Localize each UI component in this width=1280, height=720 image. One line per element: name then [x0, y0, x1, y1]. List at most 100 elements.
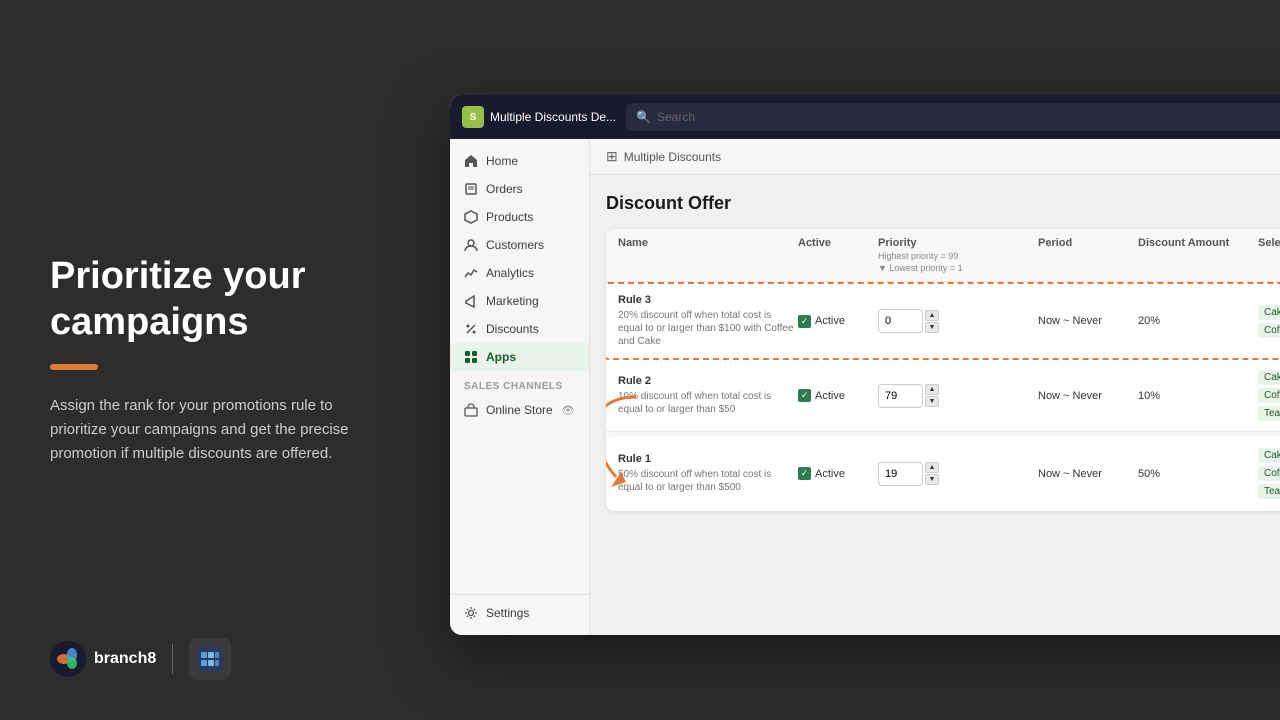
- col-discount: Discount Amount: [1138, 237, 1258, 249]
- rule3-stepper-down[interactable]: ▼: [925, 322, 939, 333]
- sidebar-item-orders[interactable]: Orders: [450, 175, 589, 203]
- topbar: S Multiple Discounts De... 🔍 Search MA M…: [450, 95, 1280, 139]
- rule3-checkbox[interactable]: [798, 315, 811, 328]
- rule3-name: Rule 3: [618, 294, 798, 306]
- sidebar-item-label: Discounts: [486, 322, 539, 336]
- search-bar[interactable]: 🔍 Search: [626, 103, 1280, 131]
- rule1-name-cell: Rule 1 50% discount off when total cost …: [618, 453, 798, 494]
- analytics-icon: [464, 266, 478, 280]
- sidebar-item-label: Marketing: [486, 294, 539, 308]
- rule1-checkbox[interactable]: [798, 467, 811, 480]
- rule2-name-cell: Rule 2 10% discount off when total cost …: [618, 375, 798, 416]
- sidebar-item-products[interactable]: Products: [450, 203, 589, 231]
- rule3-name-cell: Rule 3 20% discount off when total cost …: [618, 294, 798, 348]
- content-area: Discount Offer Create Discount ◀ ▶ Na: [590, 175, 1280, 635]
- discount-table: Name Active Priority Highest priority = …: [606, 229, 1280, 511]
- sidebar-item-discounts[interactable]: Discounts: [450, 315, 589, 343]
- product-tag: Tea – Default Title: [1258, 484, 1280, 499]
- rule2-stepper: ▲ ▼: [925, 384, 939, 407]
- rule3-priority-input[interactable]: [878, 309, 923, 333]
- store-name-left: Multiple Discounts De...: [490, 110, 616, 124]
- product-tag: Cake – Default Title: [1258, 448, 1280, 463]
- app-icon: [189, 638, 231, 680]
- logo-divider: [172, 644, 173, 674]
- table-row-rule3: Rule 3 20% discount off when total cost …: [606, 282, 1280, 360]
- rule2-products: Cake – Default Title Coffee – Default Ti…: [1258, 370, 1280, 421]
- rule3-stepper-up[interactable]: ▲: [925, 310, 939, 321]
- home-icon: [464, 154, 478, 168]
- search-icon: 🔍: [636, 110, 651, 124]
- sidebar-item-label: Products: [486, 210, 533, 224]
- main-content: ⊞ Multiple Discounts by Branch8 Discount…: [590, 139, 1280, 635]
- col-priority: Priority Highest priority = 99 ▼ Lowest …: [878, 237, 1038, 273]
- sidebar-item-label: Settings: [486, 606, 529, 620]
- sidebar-item-label: Home: [486, 154, 518, 168]
- settings-icon: [464, 606, 478, 620]
- discount-offer-header: Discount Offer Create Discount ◀ ▶: [606, 189, 1280, 217]
- product-tag: Coffee – Default Title: [1258, 388, 1280, 403]
- product-tag: Cake – Default Title: [1258, 305, 1280, 320]
- table-row-rule1: Rule 1 50% discount off when total cost …: [606, 436, 1280, 511]
- apps-icon: [464, 350, 478, 364]
- logos-bar: Home branch8: [50, 638, 231, 680]
- col-name: Name: [618, 237, 798, 249]
- col-period: Period: [1038, 237, 1138, 249]
- product-tag: Coffee – Default Title: [1258, 466, 1280, 481]
- topbar-logo: S Multiple Discounts De...: [462, 106, 616, 128]
- sidebar-item-home[interactable]: Home: [450, 147, 589, 175]
- sidebar: Home Orders Products Customers Analytics: [450, 139, 590, 635]
- store-icon: [464, 403, 478, 417]
- rule1-desc: 50% discount off when total cost is equa…: [618, 468, 798, 494]
- sidebar-item-label: Apps: [486, 350, 516, 364]
- sidebar-item-label: Analytics: [486, 266, 534, 280]
- rule1-active: Active: [798, 467, 878, 480]
- sidebar-footer: Settings: [450, 594, 589, 627]
- table-row-rule2: Rule 2 10% discount off when total cost …: [606, 360, 1280, 432]
- col-active: Active: [798, 237, 878, 249]
- sidebar-item-label: Online Store: [486, 403, 553, 417]
- sales-channels-label: SALES CHANNELS: [450, 371, 589, 396]
- sidebar-item-marketing[interactable]: Marketing: [450, 287, 589, 315]
- rule2-period: Now ~ Never: [1038, 390, 1138, 402]
- product-tag: Cake – Default Title: [1258, 370, 1280, 385]
- rule2-desc: 10% discount off when total cost is equa…: [618, 390, 798, 416]
- products-icon: [464, 210, 478, 224]
- rule1-priority: ▲ ▼: [878, 462, 1038, 486]
- rule2-stepper-up[interactable]: ▲: [925, 384, 939, 395]
- rule2-stepper-down[interactable]: ▼: [925, 396, 939, 407]
- rule1-name: Rule 1: [618, 453, 798, 465]
- left-panel: Prioritize your campaigns Assign the ran…: [0, 0, 450, 720]
- shopify-icon: S: [462, 106, 484, 128]
- sidebar-item-apps[interactable]: Apps: [450, 343, 589, 371]
- sidebar-item-label: Orders: [486, 182, 523, 196]
- window-body: Home Orders Products Customers Analytics: [450, 139, 1280, 635]
- breadcrumb-label: Multiple Discounts: [624, 150, 721, 164]
- rule1-stepper-down[interactable]: ▼: [925, 474, 939, 485]
- rule2-name: Rule 2: [618, 375, 798, 387]
- sidebar-item-settings[interactable]: Settings: [450, 599, 589, 627]
- rule1-priority-input[interactable]: [878, 462, 923, 486]
- search-placeholder: Search: [657, 110, 695, 124]
- sidebar-item-online-store[interactable]: Online Store 👁: [450, 396, 589, 424]
- breadcrumb-icon: ⊞: [606, 148, 618, 165]
- sidebar-item-customers[interactable]: Customers: [450, 231, 589, 259]
- rule2-checkbox[interactable]: [798, 389, 811, 402]
- branch8-logo: Home branch8: [50, 641, 156, 677]
- orders-icon: [464, 182, 478, 196]
- sidebar-item-analytics[interactable]: Analytics: [450, 259, 589, 287]
- rule3-priority: ▲ ▼: [878, 309, 1038, 333]
- discounts-icon: [464, 322, 478, 336]
- product-tag: Tea – Default Title: [1258, 406, 1280, 421]
- customers-icon: [464, 238, 478, 252]
- rule2-priority-input[interactable]: [878, 384, 923, 408]
- rule1-stepper-up[interactable]: ▲: [925, 462, 939, 473]
- marketing-icon: [464, 294, 478, 308]
- eye-icon: 👁: [561, 404, 575, 417]
- rule3-desc: 20% discount off when total cost is equa…: [618, 309, 798, 348]
- page-headline: Prioritize your campaigns: [50, 254, 400, 345]
- rule3-discount: 20%: [1138, 315, 1258, 327]
- page-description: Assign the rank for your promotions rule…: [50, 394, 390, 466]
- branch8-icon: [50, 641, 86, 677]
- rule2-active: Active: [798, 389, 878, 402]
- sidebar-item-label: Customers: [486, 238, 544, 252]
